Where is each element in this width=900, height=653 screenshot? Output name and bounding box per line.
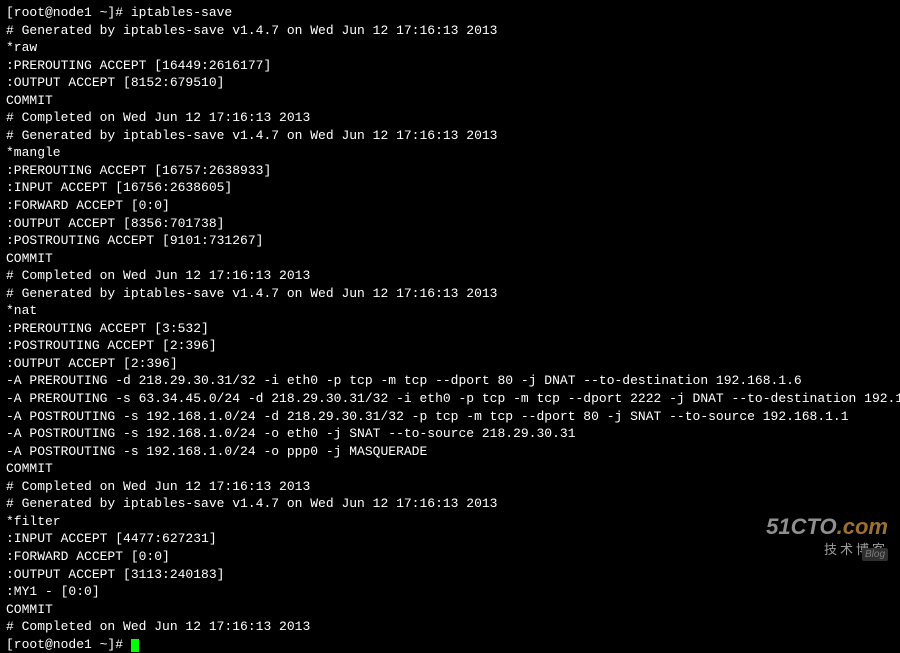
cursor: [131, 639, 139, 652]
output-line: :MY1 - [0:0]: [6, 583, 894, 601]
output-line: *raw: [6, 39, 894, 57]
output-line: :POSTROUTING ACCEPT [9101:731267]: [6, 232, 894, 250]
output-line: COMMIT: [6, 250, 894, 268]
output-line: -A POSTROUTING -s 192.168.1.0/24 -d 218.…: [6, 408, 894, 426]
output-line: :OUTPUT ACCEPT [2:396]: [6, 355, 894, 373]
output-line: :OUTPUT ACCEPT [3113:240183]: [6, 566, 894, 584]
output-line: # Generated by iptables-save v1.4.7 on W…: [6, 22, 894, 40]
output-line: # Completed on Wed Jun 12 17:16:13 2013: [6, 478, 894, 496]
output-line: *filter: [6, 513, 894, 531]
output-line: :FORWARD ACCEPT [0:0]: [6, 548, 894, 566]
output-line: COMMIT: [6, 460, 894, 478]
command-line: [root@node1 ~]# iptables-save: [6, 4, 894, 22]
output-line: :FORWARD ACCEPT [0:0]: [6, 197, 894, 215]
output-line: :INPUT ACCEPT [16756:2638605]: [6, 179, 894, 197]
output-line: # Generated by iptables-save v1.4.7 on W…: [6, 495, 894, 513]
output-line: # Generated by iptables-save v1.4.7 on W…: [6, 127, 894, 145]
output-line: :PREROUTING ACCEPT [3:532]: [6, 320, 894, 338]
output-line: *mangle: [6, 144, 894, 162]
output-line: # Generated by iptables-save v1.4.7 on W…: [6, 285, 894, 303]
terminal-output[interactable]: [root@node1 ~]# iptables-save # Generate…: [6, 4, 894, 653]
output-line: -A PREROUTING -s 63.34.45.0/24 -d 218.29…: [6, 390, 894, 408]
output-line: COMMIT: [6, 92, 894, 110]
output-line: :PREROUTING ACCEPT [16449:2616177]: [6, 57, 894, 75]
output-line: # Completed on Wed Jun 12 17:16:13 2013: [6, 109, 894, 127]
output-line: -A PREROUTING -d 218.29.30.31/32 -i eth0…: [6, 372, 894, 390]
output-line: COMMIT: [6, 601, 894, 619]
output-line: :OUTPUT ACCEPT [8356:701738]: [6, 215, 894, 233]
output-line: :POSTROUTING ACCEPT [2:396]: [6, 337, 894, 355]
output-line: # Completed on Wed Jun 12 17:16:13 2013: [6, 267, 894, 285]
prompt-line[interactable]: [root@node1 ~]#: [6, 636, 894, 653]
output-line: :OUTPUT ACCEPT [8152:679510]: [6, 74, 894, 92]
prompt-text: [root@node1 ~]#: [6, 637, 131, 652]
output-line: :PREROUTING ACCEPT [16757:2638933]: [6, 162, 894, 180]
output-line: -A POSTROUTING -s 192.168.1.0/24 -o eth0…: [6, 425, 894, 443]
output-line: # Completed on Wed Jun 12 17:16:13 2013: [6, 618, 894, 636]
output-lines: # Generated by iptables-save v1.4.7 on W…: [6, 22, 894, 636]
output-line: :INPUT ACCEPT [4477:627231]: [6, 530, 894, 548]
output-line: -A POSTROUTING -s 192.168.1.0/24 -o ppp0…: [6, 443, 894, 461]
output-line: *nat: [6, 302, 894, 320]
